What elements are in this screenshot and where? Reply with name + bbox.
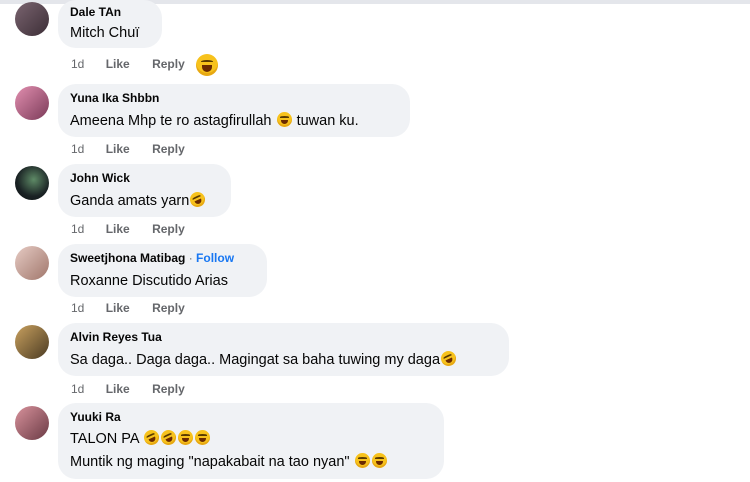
comment-author[interactable]: Yuuki Ra [70,409,432,425]
avatar[interactable] [15,246,49,280]
comment-text: Mitch Chuï [70,25,140,41]
comment-author[interactable]: Alvin Reyes Tua [70,329,497,345]
comment-timestamp[interactable]: 1d [71,382,84,396]
reply-button[interactable]: Reply [152,142,185,156]
comment-author[interactable]: Dale TAn [70,4,150,20]
reply-button[interactable]: Reply [152,57,185,71]
reply-button[interactable]: Reply [152,301,185,315]
avatar[interactable] [15,406,49,440]
comment-actions: 1d Like Reply [71,142,185,156]
comment-text: Ameena Mhp te ro astagfirullah tuwan ku. [70,111,398,132]
comment-text-part: tuwan ku. [296,113,359,129]
separator-dot: · [188,251,193,265]
comment-text: TALON PA [70,427,432,450]
comment-bubble: John Wick Ganda amats yarn [58,164,231,217]
comment-timestamp[interactable]: 1d [71,222,84,236]
avatar[interactable] [15,166,49,200]
comment-text-part: Ganda amats yarn [70,193,190,209]
avatar[interactable] [15,86,49,120]
laughing-emoji-icon [371,453,387,468]
comment-text: Sa daga.. Daga daga.. Magingat sa baha t… [70,348,497,371]
reply-button[interactable]: Reply [152,382,185,396]
like-button[interactable]: Like [106,142,130,156]
laughing-emoji-icon [194,430,210,445]
comment-bubble: Sweetjhona Matibag · Follow Roxanne Disc… [58,244,267,297]
comment-bubble: Yuuki Ra TALON PA Muntik ng maging "napa… [58,403,444,479]
rolling-laughing-emoji-icon [158,427,179,448]
comment-bubble: Yuna Ika Shbbn Ameena Mhp te ro astagfir… [58,84,410,137]
grinning-emoji-icon [354,453,370,468]
comment-timestamp[interactable]: 1d [71,301,84,315]
comment-text: Muntik ng maging "napakabait na tao nyan… [70,452,432,473]
comment-text-part: Ameena Mhp te ro astagfirullah [70,113,272,129]
rolling-laughing-emoji-icon [187,189,208,210]
comment-timestamp[interactable]: 1d [71,142,84,156]
laughing-emoji-icon [276,112,292,127]
laughing-emoji-icon[interactable] [196,54,218,76]
comment-author: Sweetjhona Matibag · Follow [70,250,255,266]
follow-button[interactable]: Follow [196,251,234,265]
like-button[interactable]: Like [106,57,130,71]
like-button[interactable]: Like [106,301,130,315]
comment-actions: 1d Like Reply [71,222,185,236]
comment-author[interactable]: John Wick [70,170,219,186]
comment-bubble: Dale TAn Mitch Chuï [58,0,162,48]
comment-actions: 1d Like Reply [71,57,185,71]
comment-bubble: Alvin Reyes Tua Sa daga.. Daga daga.. Ma… [58,323,509,376]
comment-author-name[interactable]: Sweetjhona Matibag [70,251,185,265]
rolling-laughing-emoji-icon [438,348,459,369]
comment-text: Ganda amats yarn [70,189,219,212]
laughing-emoji-icon [177,430,193,445]
like-button[interactable]: Like [106,222,130,236]
comment-text-part: TALON PA [70,431,139,447]
avatar[interactable] [15,325,49,359]
avatar[interactable] [15,2,49,36]
like-button[interactable]: Like [106,382,130,396]
rolling-laughing-emoji-icon [141,427,162,448]
comment-actions: 1d Like Reply [71,301,185,315]
reply-button[interactable]: Reply [152,222,185,236]
comment-actions: 1d Like Reply [71,382,185,396]
comment-text-part: Sa daga.. Daga daga.. Magingat sa baha t… [70,352,441,368]
comment-text: Roxanne Discutido Arias [70,273,228,289]
comment-timestamp[interactable]: 1d [71,57,84,71]
comment-author[interactable]: Yuna Ika Shbbn [70,90,398,106]
comment-text-part: Muntik ng maging "napakabait na tao nyan… [70,454,350,470]
